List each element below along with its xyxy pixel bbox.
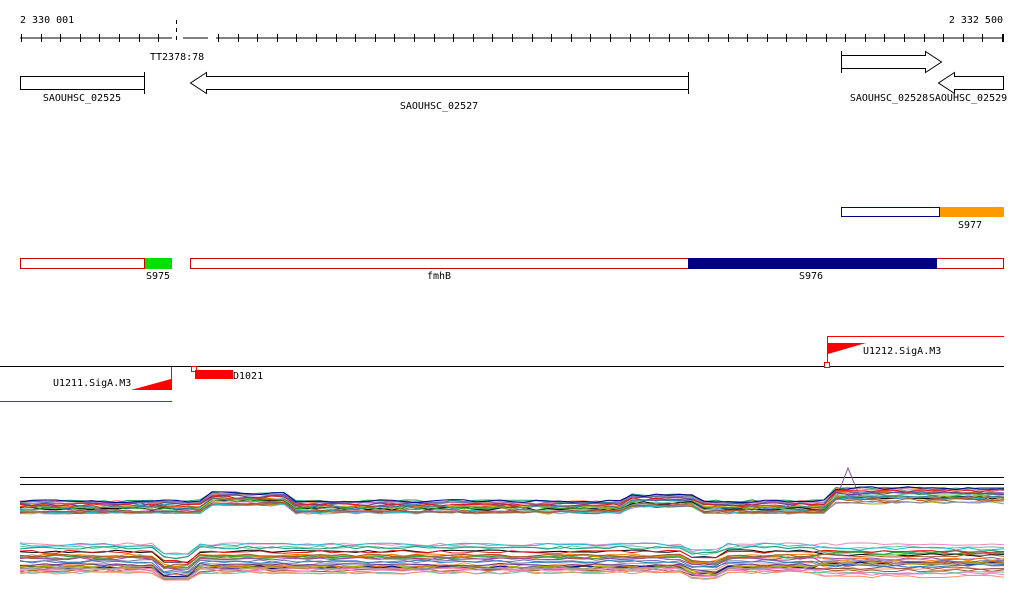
gene-label: SAOUHSC_02527	[400, 101, 478, 112]
gene-SAOUHSC_02525[interactable]: SAOUHSC_02525	[20, 72, 145, 104]
gene-arrow-forward[interactable]	[841, 50, 943, 74]
feature-outline-left[interactable]	[20, 258, 145, 269]
feature-label: fmhB	[427, 271, 451, 282]
feature-label: S975	[146, 271, 170, 282]
genome-browser-view: 2 330 001 2 332 500 TT2378:78 SAOUHSC_02…	[0, 0, 1024, 611]
promoter-flag[interactable]	[828, 343, 866, 354]
gene-SAOUHSC_02527[interactable]: SAOUHSC_02527	[189, 71, 689, 112]
feature-track-main: S975 fmhB S976	[20, 258, 1004, 282]
promoter-anchor	[824, 362, 830, 368]
feature-outline-box[interactable]	[841, 207, 940, 217]
promoter-U1212[interactable]: U1212.SigA.M3	[824, 336, 1005, 368]
feature-label: S977	[958, 220, 982, 231]
feature-colored-segment[interactable]	[940, 207, 1004, 217]
gene-label: SAOUHSC_02529	[929, 93, 1007, 104]
genome-track-canvas: 2 330 001 2 332 500 TT2378:78 SAOUHSC_02…	[0, 15, 1007, 581]
promoter-label: U1212.SigA.M3	[863, 346, 941, 357]
promoter-label: U1211.SigA.M3	[53, 378, 131, 389]
gene-arrow-reverse[interactable]	[937, 71, 1004, 95]
feature-S977[interactable]: S977	[841, 207, 1005, 231]
promoter-flag[interactable]	[131, 379, 171, 390]
expression-lines-upper	[19, 466, 1005, 515]
promoter-track: U1212.SigA.M3 U1211.SigA.M3 D1021	[0, 336, 1005, 402]
element-D1021[interactable]: D1021	[191, 366, 264, 383]
gene-label: SAOUHSC_02528	[850, 93, 928, 104]
promoter-U1211[interactable]: U1211.SigA.M3	[0, 367, 172, 402]
gene-arrow-reverse[interactable]	[189, 71, 689, 95]
gene-SAOUHSC_02528[interactable]: SAOUHSC_02528	[841, 50, 943, 104]
feature-S975[interactable]	[145, 258, 172, 269]
ruler-end-label: 2 332 500	[949, 15, 1003, 26]
gap-label: TT2378:78	[150, 52, 204, 63]
expression-profile-track	[19, 466, 1005, 581]
ruler-start-label: 2 330 001	[20, 15, 74, 26]
gene-label: SAOUHSC_02525	[43, 93, 121, 104]
element-label: D1021	[233, 371, 263, 382]
feature-S976[interactable]	[688, 258, 937, 269]
feature-label: S976	[799, 271, 823, 282]
expression-lines-lower	[19, 542, 1005, 581]
gene-box[interactable]	[20, 76, 145, 90]
gene-SAOUHSC_02529[interactable]: SAOUHSC_02529	[929, 71, 1007, 105]
element-box[interactable]	[195, 370, 233, 379]
